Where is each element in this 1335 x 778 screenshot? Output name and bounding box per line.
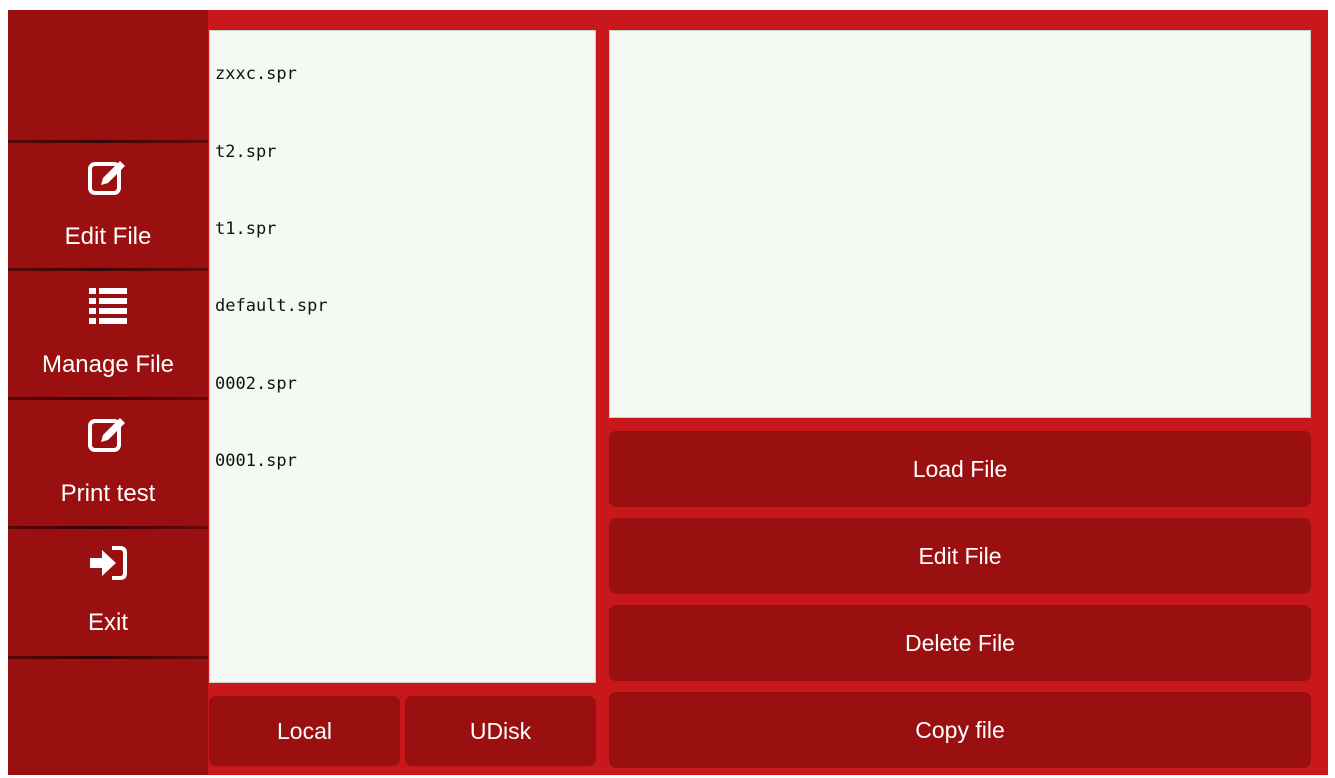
file-preview: [609, 30, 1311, 418]
edit-file-button[interactable]: Edit File: [609, 518, 1311, 594]
sidebar-item-manage-file[interactable]: Manage File: [8, 271, 208, 399]
list-icon: [86, 283, 130, 327]
sidebar-divider: [8, 656, 208, 659]
file-list-item[interactable]: 0002.spr: [215, 374, 297, 394]
load-file-button[interactable]: Load File: [609, 431, 1311, 507]
file-list-item[interactable]: t1.spr: [215, 219, 276, 239]
sidebar-item-label: Edit File: [64, 223, 152, 250]
edit-icon: [86, 412, 130, 456]
sign-in-icon: [86, 541, 130, 585]
sidebar-item-exit[interactable]: Exit: [8, 529, 208, 657]
app-frame: Edit File Manage File Print test Exit zx…: [8, 10, 1328, 775]
file-list-item[interactable]: default.spr: [215, 296, 328, 316]
sidebar-item-print-test[interactable]: Print test: [8, 400, 208, 528]
file-list-item[interactable]: zxxc.spr: [215, 64, 297, 84]
sidebar-item-edit-file[interactable]: Edit File: [8, 143, 208, 271]
udisk-button[interactable]: UDisk: [405, 696, 596, 766]
file-list-item[interactable]: 0001.spr: [215, 451, 297, 471]
file-list[interactable]: zxxc.spr t2.spr t1.spr default.spr 0002.…: [209, 30, 596, 683]
local-button[interactable]: Local: [209, 696, 400, 766]
copy-file-button[interactable]: Copy file: [609, 692, 1311, 768]
sidebar-item-label: Exit: [87, 609, 128, 636]
file-list-item[interactable]: t2.spr: [215, 142, 276, 162]
sidebar-item-label: Manage File: [41, 351, 175, 378]
sidebar-item-label: Print test: [60, 480, 156, 507]
edit-icon: [86, 155, 130, 199]
delete-file-button[interactable]: Delete File: [609, 605, 1311, 681]
sidebar: Edit File Manage File Print test Exit: [8, 10, 208, 775]
